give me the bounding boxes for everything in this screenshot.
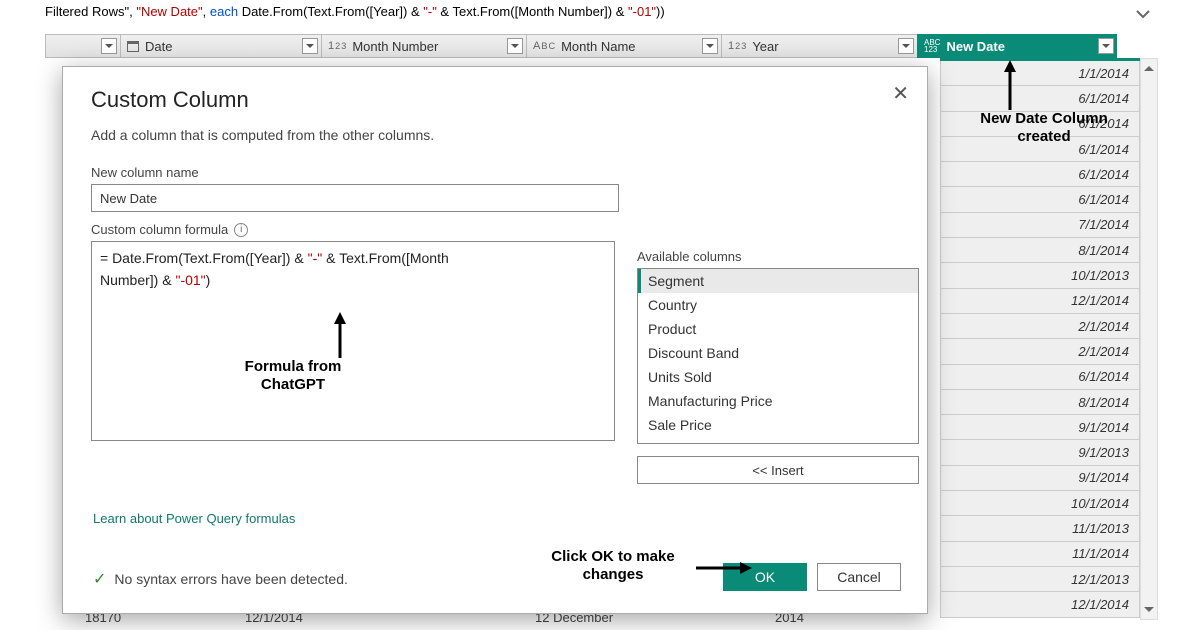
- annotation-arrow-ok: [696, 558, 752, 578]
- column-header-selector[interactable]: [45, 34, 120, 58]
- available-columns-label: Available columns: [637, 249, 919, 264]
- cell-new-date[interactable]: 2/1/2014: [940, 339, 1140, 364]
- scroll-down-icon[interactable]: [1141, 601, 1157, 619]
- number-type-icon: 123: [328, 40, 346, 52]
- any-type-icon: ABC123: [924, 39, 940, 53]
- annotation-formula-from: Formula from ChatGPT: [228, 358, 358, 394]
- cell-new-date[interactable]: 6/1/2014: [940, 365, 1140, 390]
- filter-dropdown-icon[interactable]: [702, 38, 718, 54]
- cell-new-date[interactable]: 6/1/2014: [940, 86, 1140, 111]
- column-name: New Date: [946, 39, 1005, 54]
- annotation-new-date-column: New Date Column created: [964, 110, 1124, 146]
- cell-new-date[interactable]: 12/1/2013: [940, 567, 1140, 592]
- available-column-item[interactable]: Segment: [638, 269, 918, 293]
- column-name: Date: [145, 39, 172, 54]
- cell-new-date[interactable]: 11/1/2013: [940, 516, 1140, 541]
- cell-new-date[interactable]: 12/1/2014: [940, 289, 1140, 314]
- custom-column-dialog: ✕ Custom Column Add a column that is com…: [62, 66, 928, 614]
- cancel-button[interactable]: Cancel: [817, 563, 901, 591]
- new-column-name-input[interactable]: [91, 184, 619, 212]
- info-icon[interactable]: i: [234, 223, 248, 237]
- column-header-month-name[interactable]: ABC Month Name: [526, 34, 721, 58]
- annotation-arrow-newcol: [1000, 60, 1030, 114]
- formula-bar[interactable]: Filtered Rows", "New Date", each Date.Fr…: [45, 4, 1140, 24]
- dialog-subtitle: Add a column that is computed from the o…: [91, 127, 899, 143]
- available-columns-list[interactable]: SegmentCountryProductDiscount BandUnits …: [637, 268, 919, 444]
- available-column-item[interactable]: Units Sold: [638, 365, 918, 389]
- cell-new-date[interactable]: 6/1/2014: [940, 187, 1140, 212]
- available-column-item[interactable]: Discount Band: [638, 341, 918, 365]
- cell-new-date[interactable]: 11/1/2014: [940, 542, 1140, 567]
- cell-new-date[interactable]: 8/1/2014: [940, 390, 1140, 415]
- cell-new-date[interactable]: 1/1/2014: [940, 61, 1140, 86]
- column-name: Month Name: [561, 39, 635, 54]
- available-column-item[interactable]: Manufacturing Price: [638, 389, 918, 413]
- filter-dropdown-icon[interactable]: [101, 38, 117, 54]
- text-type-icon: ABC: [533, 40, 555, 52]
- cell-new-date[interactable]: 7/1/2014: [940, 213, 1140, 238]
- column-name: Year: [752, 39, 778, 54]
- expand-formula-icon[interactable]: [1134, 6, 1152, 22]
- annotation-click-ok: Click OK to make changes: [538, 548, 688, 584]
- cell-new-date[interactable]: 2/1/2014: [940, 314, 1140, 339]
- cell-new-date[interactable]: 8/1/2014: [940, 238, 1140, 263]
- cell-new-date[interactable]: 9/1/2013: [940, 440, 1140, 465]
- filter-dropdown-icon[interactable]: [1098, 38, 1114, 54]
- number-type-icon: 123: [728, 40, 746, 52]
- cell-new-date[interactable]: 6/1/2014: [940, 162, 1140, 187]
- close-icon[interactable]: ✕: [892, 81, 909, 106]
- syntax-status: ✓ No syntax errors have been detected.: [93, 569, 348, 589]
- available-columns-section: Available columns SegmentCountryProductD…: [637, 249, 919, 484]
- insert-button[interactable]: << Insert: [637, 456, 919, 484]
- filter-dropdown-icon[interactable]: [507, 38, 523, 54]
- filter-dropdown-icon[interactable]: [302, 38, 318, 54]
- column-header-date[interactable]: Date: [120, 34, 321, 58]
- formula-label: Custom column formula i: [91, 222, 899, 237]
- cell-new-date[interactable]: 9/1/2014: [940, 415, 1140, 440]
- scroll-up-icon[interactable]: [1141, 59, 1157, 77]
- learn-link[interactable]: Learn about Power Query formulas: [93, 511, 295, 526]
- column-name: Month Number: [352, 39, 438, 54]
- annotation-arrow-formula: [330, 312, 360, 362]
- checkmark-icon: ✓: [93, 569, 106, 589]
- dialog-title: Custom Column: [91, 87, 899, 113]
- vertical-scrollbar[interactable]: [1140, 58, 1158, 620]
- cell-new-date[interactable]: 10/1/2014: [940, 491, 1140, 516]
- column-header-year[interactable]: 123 Year: [721, 34, 917, 58]
- column-header-row: Date 123 Month Number ABC Month Name 123…: [45, 34, 1140, 58]
- date-type-icon: [127, 40, 139, 52]
- available-column-item[interactable]: Product: [638, 317, 918, 341]
- cell-new-date[interactable]: 10/1/2013: [940, 263, 1140, 288]
- column-header-new-date[interactable]: ABC123 New Date: [917, 34, 1117, 58]
- available-column-item[interactable]: Sale Price: [638, 413, 918, 437]
- available-column-item[interactable]: Country: [638, 293, 918, 317]
- cell-new-date[interactable]: 9/1/2014: [940, 466, 1140, 491]
- filter-dropdown-icon[interactable]: [898, 38, 914, 54]
- cell-new-date[interactable]: 12/1/2014: [940, 592, 1140, 617]
- column-header-month-number[interactable]: 123 Month Number: [321, 34, 526, 58]
- new-column-name-label: New column name: [91, 165, 899, 180]
